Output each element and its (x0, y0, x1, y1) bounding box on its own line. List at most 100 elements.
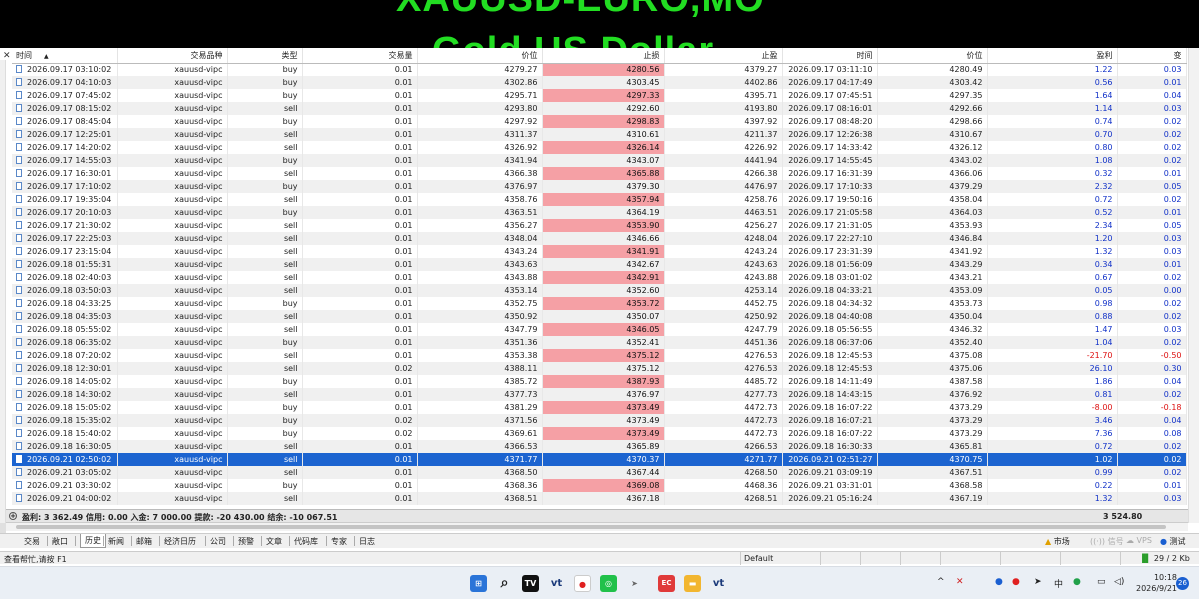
table-row[interactable]: 2026.09.17 16:30:01 xauusd-vipc sell 0.01 43… (12, 167, 1187, 180)
tray-chrome-icon[interactable]: ● (1012, 577, 1020, 587)
table-cell: 2026.09.17 04:17:49 (782, 76, 878, 89)
volume-icon[interactable]: ◁) (1114, 577, 1124, 587)
tab-10[interactable]: 专家 (331, 536, 347, 547)
tab-8[interactable]: 文章 (266, 536, 282, 547)
table-row[interactable]: 2026.09.18 01:55:31 xauusd-vipc sell 0.01 43… (12, 258, 1187, 271)
table-row[interactable]: 2026.09.18 02:40:03 xauusd-vipc sell 0.01 43… (12, 271, 1187, 284)
feishu-icon[interactable]: ➤ (626, 575, 643, 592)
open-time-cell: 2026.09.18 01:55:31 (12, 258, 118, 271)
tab-1[interactable]: 敞口 (52, 536, 68, 547)
table-row[interactable]: 2026.09.17 14:55:03 xauusd-vipc buy 0.01 434… (12, 154, 1187, 167)
wechat-icon[interactable]: ◎ (600, 575, 617, 592)
table-row[interactable]: 2026.09.18 14:30:02 xauusd-vipc sell 0.01 43… (12, 388, 1187, 401)
tray-send-icon[interactable]: ➤ (1034, 577, 1042, 587)
table-row[interactable]: 2026.09.18 04:33:25 xauusd-vipc buy 0.01 435… (12, 297, 1187, 310)
table-row[interactable]: 2026.09.18 16:30:05 xauusd-vipc sell 0.01 43… (12, 440, 1187, 453)
table-row[interactable]: 2026.09.18 04:35:03 xauusd-vipc sell 0.01 43… (12, 310, 1187, 323)
table-row[interactable]: 2026.09.17 03:10:02 xauusd-vipc buy 0.01 427… (12, 63, 1187, 76)
column-header[interactable]: 价位 (417, 48, 543, 64)
table-row[interactable]: 2026.09.17 08:15:02 xauusd-vipc sell 0.01 42… (12, 102, 1187, 115)
market-tab[interactable]: ▲ 市场 (1045, 536, 1070, 547)
table-row[interactable]: 2026.09.17 23:15:04 xauusd-vipc sell 0.01 43… (12, 245, 1187, 258)
table-row[interactable]: 2026.09.17 21:30:02 xauusd-vipc sell 0.01 43… (12, 219, 1187, 232)
network-icon[interactable]: ▭ (1097, 577, 1106, 587)
table-row[interactable]: 2026.09.17 04:10:03 xauusd-vipc buy 0.01 430… (12, 76, 1187, 89)
table-row[interactable]: 2026.09.17 17:10:02 xauusd-vipc buy 0.01 437… (12, 180, 1187, 193)
tester-tab[interactable]: ● 测试 (1160, 536, 1186, 547)
taskbar-clock[interactable]: 10:18 2026/9/21 (1136, 572, 1177, 594)
table-row[interactable]: 2026.09.17 12:25:01 xauusd-vipc sell 0.01 43… (12, 128, 1187, 141)
table-row[interactable]: 2026.09.18 03:50:03 xauusd-vipc sell 0.01 43… (12, 284, 1187, 297)
tab-11[interactable]: 日志 (359, 536, 375, 547)
table-row[interactable]: 2026.09.17 20:10:03 xauusd-vipc buy 0.01 436… (12, 206, 1187, 219)
table-row[interactable]: 2026.09.17 14:20:02 xauusd-vipc sell 0.01 43… (12, 141, 1187, 154)
table-cell: 4268.50 (664, 466, 783, 479)
tab-0[interactable]: 交易 (24, 536, 40, 547)
table-row[interactable]: 2026.09.18 12:30:01 xauusd-vipc sell 0.02 43… (12, 362, 1187, 375)
tab-6[interactable]: 公司 (210, 536, 226, 547)
column-header[interactable]: 交易品种 (117, 48, 228, 64)
tab-4[interactable]: 邮箱 (136, 536, 152, 547)
tradingview-icon[interactable]: TV (522, 575, 539, 592)
file-explorer-icon[interactable]: ▬ (684, 575, 701, 592)
table-cell: 4371.56 (417, 414, 543, 427)
horizontal-scrollbar[interactable] (6, 523, 1188, 531)
table-row[interactable]: 2026.09.21 02:50:02 xauusd-vipc sell 0.01 43… (12, 453, 1187, 466)
table-row[interactable]: 2026.09.18 14:05:02 xauusd-vipc buy 0.01 438… (12, 375, 1187, 388)
table-row[interactable]: 2026.09.17 22:25:03 xauusd-vipc sell 0.01 43… (12, 232, 1187, 245)
table-row[interactable]: 2026.09.17 08:45:04 xauusd-vipc buy 0.01 429… (12, 115, 1187, 128)
tray-cloud-icon[interactable]: ● (995, 577, 1003, 587)
input-language[interactable]: 中 (1054, 577, 1063, 590)
banner-symbol-title: XAUUSD-EURO,MO (396, 0, 765, 21)
column-header[interactable]: 止盈 (664, 48, 783, 64)
vps-tab[interactable]: ☁ VPS (1126, 536, 1152, 545)
table-cell: xauusd-vipc (117, 180, 228, 193)
chrome-icon[interactable]: ● (574, 575, 591, 592)
table-row[interactable]: 2026.09.17 07:45:02 xauusd-vipc buy 0.01 429… (12, 89, 1187, 102)
tray-wechat-icon[interactable]: ● (1073, 577, 1081, 587)
table-cell: 2026.09.17 07:45:51 (782, 89, 878, 102)
table-cell: xauusd-vipc (117, 349, 228, 362)
table-row[interactable]: 2026.09.18 07:20:02 xauusd-vipc sell 0.01 43… (12, 349, 1187, 362)
table-row[interactable]: 2026.09.18 15:40:02 xauusd-vipc buy 0.02 436… (12, 427, 1187, 440)
column-header[interactable]: 盈利 (987, 48, 1118, 64)
tab-3[interactable]: 新闻 (108, 536, 124, 547)
tab-9[interactable]: 代码库 (294, 536, 318, 547)
search-icon[interactable]: ⌕ (496, 575, 513, 592)
table-row[interactable]: 2026.09.18 15:35:02 xauusd-vipc buy 0.02 437… (12, 414, 1187, 427)
column-header[interactable]: 变 (1117, 48, 1187, 64)
tab-separator (233, 536, 234, 546)
table-cell: 4243.24 (664, 245, 783, 258)
table-row[interactable]: 2026.09.21 03:05:02 xauusd-vipc sell 0.01 43… (12, 466, 1187, 479)
table-cell: 4302.86 (417, 76, 543, 89)
table-row[interactable]: 2026.09.21 03:30:02 xauusd-vipc buy 0.01 436… (12, 479, 1187, 492)
table-row[interactable]: 2026.09.17 19:35:04 xauusd-vipc sell 0.01 43… (12, 193, 1187, 206)
vertical-scrollbar[interactable] (1188, 48, 1199, 523)
scrollbar-thumb[interactable] (16, 525, 1166, 529)
notification-badge[interactable]: 26 (1176, 577, 1189, 590)
tray-chevron-icon[interactable]: ^ (937, 577, 945, 587)
column-header[interactable]: 时间 ▲ (12, 48, 118, 64)
table-cell: 0.01 (302, 258, 418, 271)
table-cell: 26.10 (987, 362, 1118, 375)
column-header[interactable]: 价位 (877, 48, 988, 64)
table-cell: 4276.53 (664, 362, 783, 375)
column-header[interactable]: 止损 (542, 48, 665, 64)
signals-tab[interactable]: ((·)) 信号 (1090, 536, 1124, 547)
column-header[interactable]: 类型 (227, 48, 303, 64)
table-row[interactable]: 2026.09.21 04:00:02 xauusd-vipc sell 0.01 43… (12, 492, 1187, 505)
table-row[interactable]: 2026.09.18 05:55:02 xauusd-vipc sell 0.01 43… (12, 323, 1187, 336)
tab-5[interactable]: 经济日历 (164, 536, 196, 547)
expand-icon[interactable]: + (9, 512, 17, 520)
vt-terminal-icon[interactable]: vt (710, 575, 727, 592)
column-header[interactable]: 时间 (782, 48, 878, 64)
ec-app-icon[interactable]: EC (658, 575, 675, 592)
tray-app-icon[interactable]: ✕ (956, 577, 964, 587)
start-icon[interactable]: ⊞ (470, 575, 487, 592)
column-header[interactable]: 交易量 (302, 48, 418, 64)
table-cell: 4472.73 (664, 414, 783, 427)
tab-7[interactable]: 预警 (238, 536, 254, 547)
vt-app-icon[interactable]: vt (548, 575, 565, 592)
table-row[interactable]: 2026.09.18 15:05:02 xauusd-vipc buy 0.01 438… (12, 401, 1187, 414)
table-row[interactable]: 2026.09.18 06:35:02 xauusd-vipc buy 0.01 435… (12, 336, 1187, 349)
